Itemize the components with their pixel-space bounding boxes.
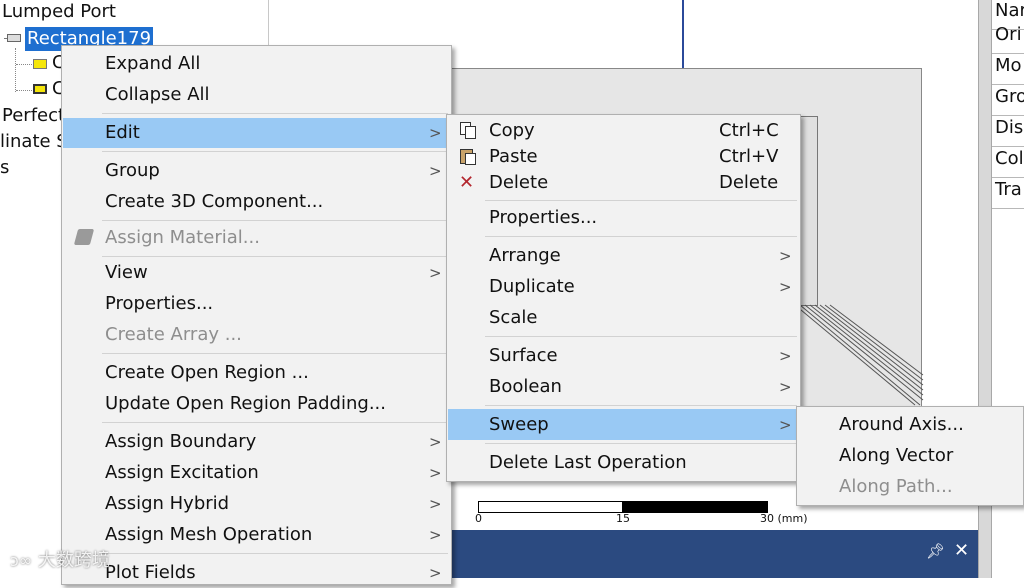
chevron-right-icon: >: [429, 264, 442, 282]
menu-item-update-open-region-padding[interactable]: Update Open Region Padding...: [105, 389, 386, 419]
menu-item-collapse-all[interactable]: Collapse All: [105, 80, 210, 110]
tree-connector: [16, 64, 32, 66]
rectangle-icon: [7, 34, 21, 42]
menu-item-expand-all[interactable]: Expand All: [105, 49, 200, 79]
menu-item-create-array: Create Array ...: [105, 324, 242, 345]
menu-item-assign-excitation[interactable]: Assign Excitation: [105, 458, 259, 488]
menu-separator: [102, 151, 448, 152]
feed-lines: [795, 304, 924, 406]
shortcut-delete: Delete: [719, 172, 779, 193]
menu-item-view[interactable]: View: [105, 258, 148, 288]
prop-row-model[interactable]: Mo: [992, 55, 1024, 85]
chevron-right-icon: >: [779, 378, 792, 396]
watermark-text: 大数跨境: [37, 550, 110, 571]
menu-separator: [102, 256, 448, 257]
menu-separator: [485, 336, 797, 337]
paste-icon: [460, 148, 476, 165]
scale-bar-white: [478, 501, 623, 513]
tree-connector: [15, 48, 17, 92]
prop-row-orientation[interactable]: Ori: [992, 24, 1024, 54]
chevron-right-icon: >: [429, 526, 442, 544]
chevron-right-icon: >: [779, 347, 792, 365]
menu-separator: [102, 353, 448, 354]
menu-item-create-3d-component[interactable]: Create 3D Component...: [105, 187, 323, 217]
pin-icon[interactable]: 📌︎: [926, 542, 945, 560]
menu-item-group[interactable]: Group: [105, 156, 160, 186]
menu-separator: [485, 405, 797, 406]
chevron-right-icon: >: [429, 124, 442, 142]
sweep-submenu: Around Axis... Along Vector Along Path..…: [796, 406, 1024, 506]
menu-item-duplicate[interactable]: Duplicate: [489, 272, 575, 302]
menu-item-along-path: Along Path...: [839, 476, 953, 497]
menu-item-assign-material: Assign Material...: [105, 227, 260, 248]
menu-item-along-vector[interactable]: Along Vector: [839, 441, 953, 471]
shortcut-copy: Ctrl+C: [719, 120, 779, 141]
material-icon: [73, 229, 95, 245]
edit-submenu: Copy Ctrl+C Paste Ctrl+V ✕ Delete Delete…: [446, 114, 801, 482]
menu-separator: [485, 443, 797, 444]
face-icon: [33, 59, 47, 69]
chevron-right-icon: >: [429, 162, 442, 180]
chevron-right-icon: >: [779, 278, 792, 296]
context-menu: Expand All Collapse All Edit > Group > C…: [61, 45, 452, 585]
menu-separator: [485, 236, 797, 237]
menu-item-around-axis[interactable]: Around Axis...: [839, 410, 964, 440]
menu-item-assign-mesh-operation[interactable]: Assign Mesh Operation: [105, 520, 312, 550]
shortcut-paste: Ctrl+V: [719, 146, 779, 167]
menu-item-surface[interactable]: Surface: [489, 341, 558, 371]
menu-item-paste[interactable]: Paste: [489, 144, 538, 170]
chevron-right-icon: >: [429, 564, 442, 582]
prop-row-display[interactable]: Dis: [992, 117, 1024, 147]
menu-item-properties[interactable]: Properties...: [105, 289, 213, 319]
menu-item-assign-boundary[interactable]: Assign Boundary: [105, 427, 256, 457]
chevron-right-icon: >: [779, 416, 792, 434]
tree-item-perfect[interactable]: Perfect: [2, 105, 65, 126]
scale-tick-30: 30 (mm): [760, 512, 808, 525]
menu-item-scale[interactable]: Scale: [489, 303, 537, 333]
tree-item-s[interactable]: s: [0, 157, 9, 178]
copy-icon: [460, 122, 476, 139]
menu-item-edit-properties[interactable]: Properties...: [489, 203, 597, 233]
menu-item-copy[interactable]: Copy: [489, 118, 535, 144]
menu-item-delete-last-operation[interactable]: Delete Last Operation: [489, 448, 687, 478]
chevron-right-icon: >: [429, 495, 442, 513]
prop-row-group[interactable]: Gro: [992, 86, 1024, 116]
menu-item-sweep[interactable]: Sweep: [489, 410, 549, 440]
menu-separator: [102, 422, 448, 423]
scale-bar-black: [623, 501, 768, 513]
menu-item-edit[interactable]: Edit: [105, 118, 140, 148]
menu-separator: [102, 553, 448, 554]
menu-item-boolean[interactable]: Boolean: [489, 372, 562, 402]
menu-item-delete[interactable]: Delete: [489, 170, 548, 196]
watermark-logo-icon: ↄ∞: [10, 551, 33, 570]
menu-item-plot-fields[interactable]: Plot Fields: [105, 558, 196, 588]
chevron-right-icon: >: [429, 433, 442, 451]
delete-icon: ✕: [459, 172, 475, 193]
menu-item-arrange[interactable]: Arrange: [489, 241, 561, 271]
menu-separator: [485, 200, 797, 201]
chevron-right-icon: >: [429, 464, 442, 482]
chevron-right-icon: >: [779, 247, 792, 265]
scale-tick-0: 0: [475, 512, 482, 525]
tree-connector: [16, 90, 32, 92]
menu-separator: [102, 113, 448, 114]
tree-item-lumped-port[interactable]: Lumped Port: [2, 1, 116, 22]
menu-item-create-open-region[interactable]: Create Open Region ...: [105, 358, 309, 388]
close-icon[interactable]: ✕: [954, 540, 969, 561]
prop-row-color[interactable]: Col: [992, 148, 1024, 178]
scale-tick-15: 15: [616, 512, 630, 525]
prop-row-transparency[interactable]: Tra: [992, 179, 1024, 209]
watermark: ↄ∞ 大数跨境: [10, 546, 110, 572]
menu-item-assign-hybrid[interactable]: Assign Hybrid: [105, 489, 229, 519]
menu-separator: [102, 220, 448, 221]
tree-item-coordinate-system[interactable]: linate S: [0, 131, 68, 152]
face-icon: [33, 84, 47, 94]
